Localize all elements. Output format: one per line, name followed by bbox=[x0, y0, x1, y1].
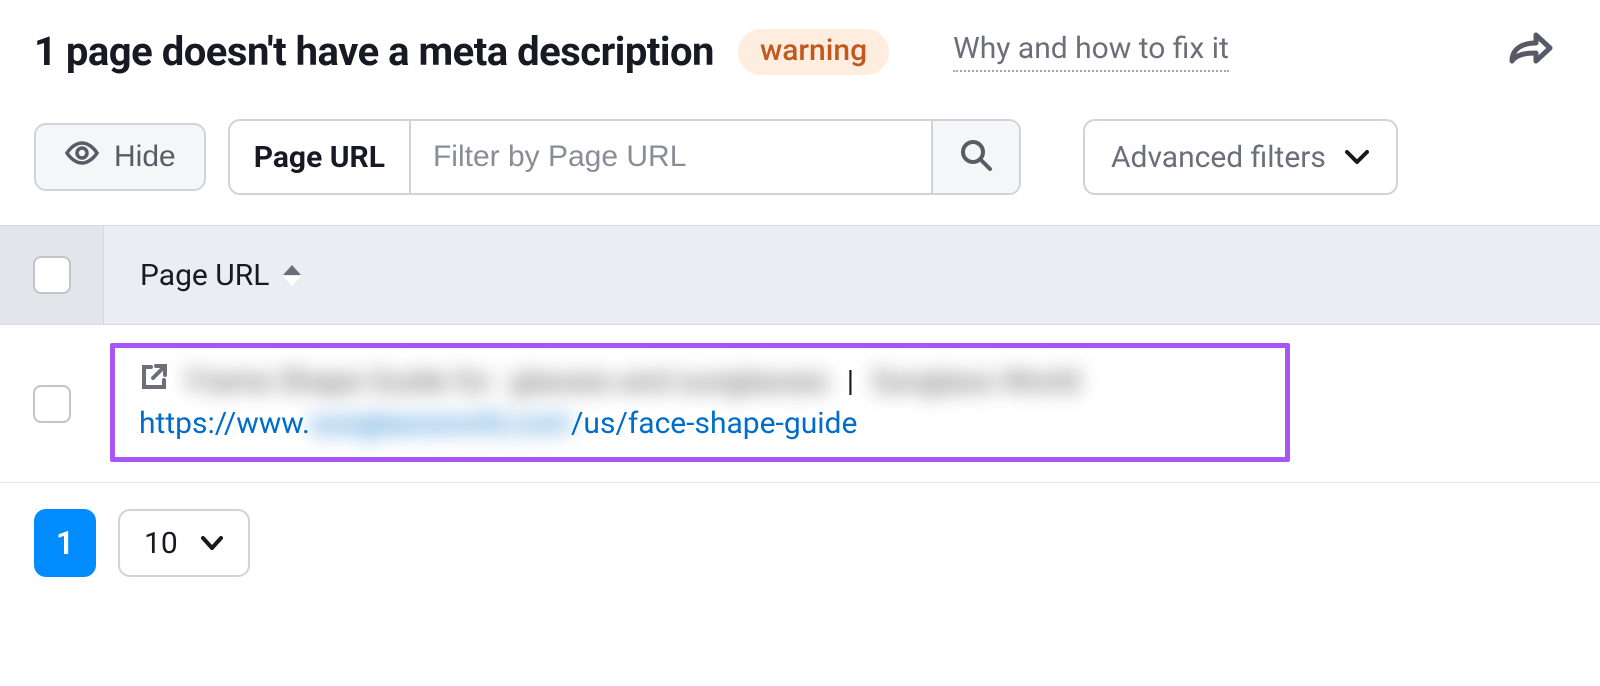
share-icon[interactable] bbox=[1508, 31, 1566, 73]
row-select-cell bbox=[0, 325, 104, 482]
search-button[interactable] bbox=[931, 121, 1019, 193]
toolbar: Hide Page URL Advanced filters bbox=[0, 99, 1600, 225]
column-header-label: Page URL bbox=[140, 258, 269, 293]
page-title-blur-left: Frame Shape Guide for bbox=[187, 364, 492, 399]
chevron-down-icon bbox=[200, 535, 224, 551]
current-page[interactable]: 1 bbox=[34, 509, 96, 577]
external-link-icon bbox=[139, 362, 169, 400]
help-link[interactable]: Why and how to fix it bbox=[953, 31, 1229, 72]
filter-input[interactable] bbox=[411, 121, 931, 193]
filter-field-label[interactable]: Page URL bbox=[230, 121, 411, 193]
page-title-separator: | bbox=[847, 364, 854, 399]
pagination: 1 10 bbox=[0, 483, 1600, 603]
page-size-select[interactable]: 10 bbox=[118, 509, 250, 577]
url-prefix: https://www. bbox=[139, 406, 310, 441]
result-highlight: Frame Shape Guide for glasses and sungla… bbox=[110, 343, 1290, 462]
advanced-filters-label: Advanced filters bbox=[1111, 140, 1326, 175]
select-all-cell bbox=[0, 226, 104, 324]
select-all-checkbox[interactable] bbox=[33, 256, 71, 294]
issue-header: 1 page doesn't have a meta description w… bbox=[0, 0, 1600, 99]
page-size-value: 10 bbox=[144, 526, 178, 561]
eye-icon bbox=[64, 139, 100, 175]
search-icon bbox=[959, 138, 993, 176]
filter-group: Page URL bbox=[228, 119, 1021, 195]
warning-badge: warning bbox=[738, 29, 889, 75]
row-content: Frame Shape Guide for glasses and sungla… bbox=[104, 325, 1600, 482]
url-suffix: /us/face-shape-guide bbox=[571, 406, 857, 441]
sort-icon bbox=[283, 265, 301, 286]
page-title-blur-right: Sunglass World bbox=[872, 364, 1079, 399]
chevron-down-icon bbox=[1344, 148, 1370, 166]
page-url-line[interactable]: https://www.sunglassworld.com/us/face-sh… bbox=[139, 406, 1261, 441]
issue-title: 1 page doesn't have a meta description bbox=[34, 28, 714, 75]
advanced-filters-button[interactable]: Advanced filters bbox=[1083, 119, 1398, 195]
table-row: Frame Shape Guide for glasses and sungla… bbox=[0, 325, 1600, 483]
hide-label: Hide bbox=[114, 140, 176, 174]
page-title-blur-mid: glasses and sunglasses bbox=[510, 364, 829, 399]
row-checkbox[interactable] bbox=[33, 385, 71, 423]
url-domain-blur: sunglassworld.com bbox=[310, 406, 571, 441]
column-header-page-url[interactable]: Page URL bbox=[104, 258, 301, 293]
page-title-line[interactable]: Frame Shape Guide for glasses and sungla… bbox=[139, 362, 1261, 400]
hide-button[interactable]: Hide bbox=[34, 123, 206, 191]
table-header: Page URL bbox=[0, 225, 1600, 325]
